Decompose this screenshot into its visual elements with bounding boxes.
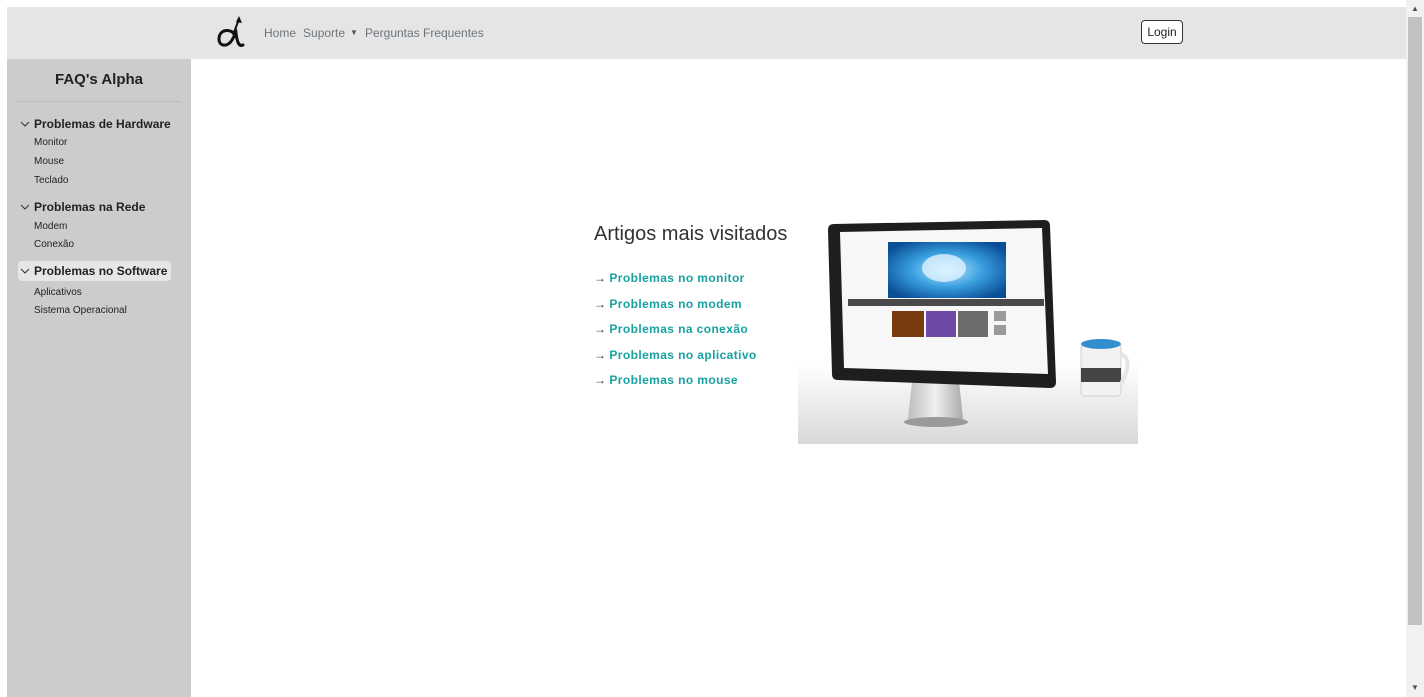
scroll-up-icon[interactable]: ▲ — [1406, 2, 1424, 16]
alpha-logo-icon[interactable] — [215, 15, 245, 51]
sidebar-title: FAQ's Alpha — [54, 71, 144, 88]
arrow-right-icon: → — [594, 297, 607, 311]
chevron-down-icon — [20, 121, 30, 127]
login-button[interactable]: Login — [1141, 20, 1183, 44]
nav-perguntas-frequentes-link[interactable]: Perguntas Frequentes — [365, 25, 484, 41]
sidebar-group-hardware[interactable]: Problemas de Hardware — [18, 114, 175, 134]
sidebar-group-software[interactable]: Problemas no Software — [18, 261, 172, 281]
arrow-right-icon: → — [594, 373, 607, 387]
vertical-scrollbar[interactable]: ▲ ▼ — [1406, 0, 1424, 697]
nav-home-link[interactable]: Home — [264, 25, 296, 41]
sidebar-item-aplicativos[interactable]: Aplicativos — [34, 286, 82, 299]
sidebar: FAQ's Alpha Problemas de Hardware Monito… — [7, 59, 191, 697]
sidebar-item-monitor[interactable]: Monitor — [34, 136, 67, 149]
arrow-right-icon: → — [594, 348, 607, 362]
sidebar-item-mouse[interactable]: Mouse — [34, 155, 64, 168]
article-link-label: Problemas na conexão — [609, 322, 749, 336]
sidebar-item-modem[interactable]: Modem — [34, 220, 67, 233]
caret-down-icon: ▼ — [350, 28, 358, 37]
sidebar-item-conexao[interactable]: Conexão — [34, 238, 74, 251]
top-navbar: Home Suporte ▼ Perguntas Frequentes Login — [7, 7, 1406, 59]
chevron-down-icon — [20, 268, 30, 274]
sidebar-item-sistema-operacional[interactable]: Sistema Operacional — [34, 304, 127, 317]
article-link-mouse[interactable]: → Problemas no mouse — [594, 372, 738, 388]
sidebar-group-label: Problemas no Software — [34, 264, 168, 278]
article-link-monitor[interactable]: → Problemas no monitor — [594, 270, 745, 286]
left-margin — [0, 0, 7, 697]
chevron-down-icon — [20, 204, 30, 210]
article-link-label: Problemas no monitor — [609, 271, 745, 285]
article-link-label: Problemas no mouse — [609, 373, 738, 387]
nav-suporte-label: Suporte — [303, 26, 346, 40]
arrow-right-icon: → — [594, 322, 607, 336]
sidebar-group-rede[interactable]: Problemas na Rede — [18, 197, 149, 217]
scroll-thumb[interactable] — [1408, 17, 1422, 625]
article-link-conexao[interactable]: → Problemas na conexão — [594, 321, 748, 337]
sidebar-divider — [17, 101, 181, 102]
scroll-down-icon[interactable]: ▼ — [1406, 681, 1424, 695]
nav-suporte-dropdown[interactable]: Suporte ▼ — [303, 25, 358, 41]
sidebar-item-teclado[interactable]: Teclado — [34, 174, 68, 187]
sidebar-group-label: Problemas de Hardware — [34, 117, 171, 131]
page-title: Artigos mais visitados — [594, 223, 788, 245]
arrow-right-icon: → — [594, 271, 607, 285]
sidebar-group-label: Problemas na Rede — [34, 200, 146, 214]
top-margin — [0, 0, 1424, 7]
hero-computer-image — [798, 220, 1138, 444]
article-link-modem[interactable]: → Problemas no modem — [594, 296, 742, 312]
article-link-label: Problemas no modem — [609, 297, 742, 311]
article-link-aplicativo[interactable]: → Problemas no aplicativo — [594, 347, 757, 363]
article-link-label: Problemas no aplicativo — [609, 348, 757, 362]
nav-links: Home Suporte ▼ Perguntas Frequentes — [264, 25, 484, 41]
